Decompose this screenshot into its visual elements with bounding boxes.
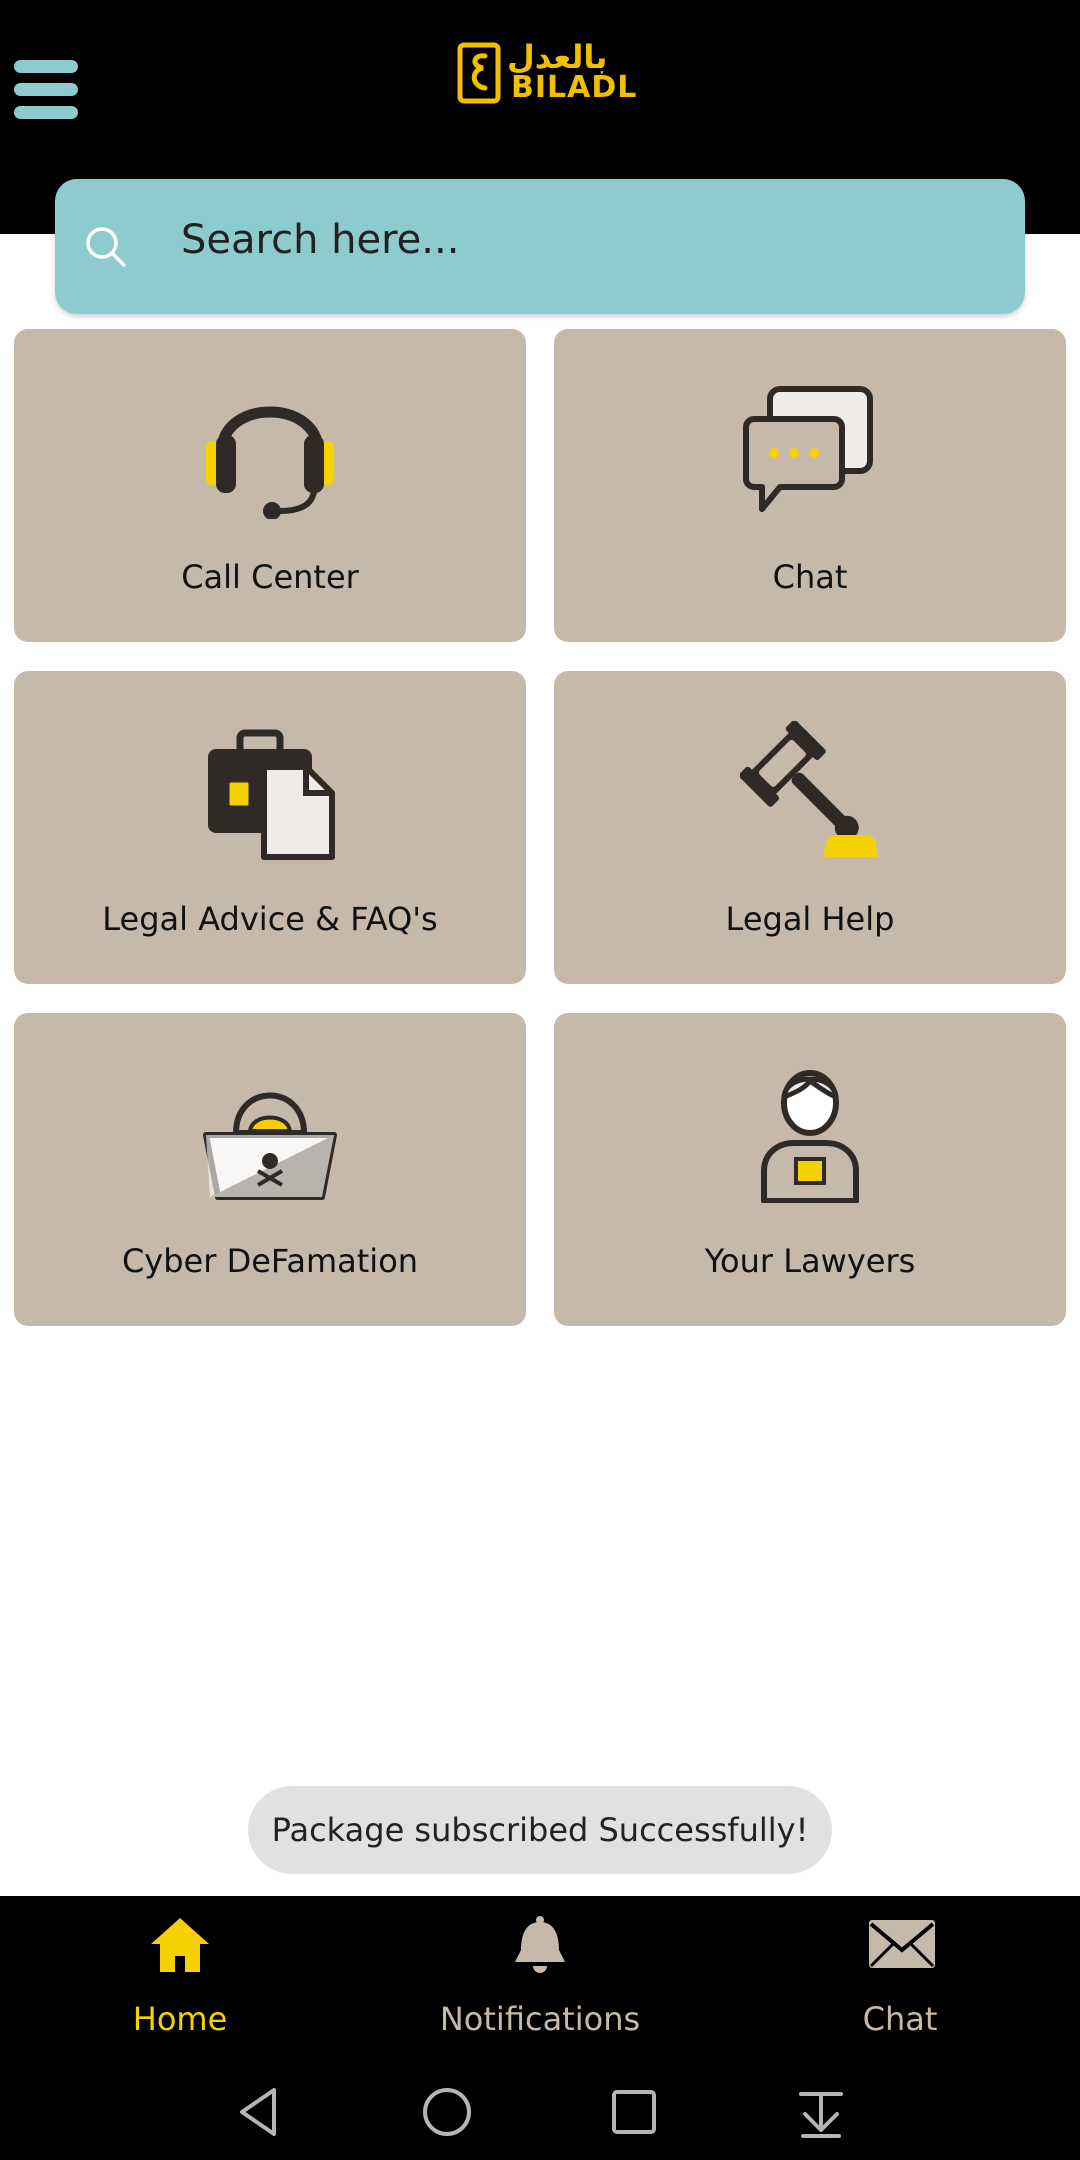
search-icon: [86, 227, 126, 267]
menu-line: [14, 60, 78, 73]
hamburger-menu-button[interactable]: [14, 60, 80, 120]
bell-icon: [515, 1916, 565, 1973]
tile-label: Call Center: [181, 558, 359, 596]
notification-shade-icon[interactable]: [791, 2082, 851, 2142]
nav-label: Chat: [862, 2000, 938, 2038]
tile-label: Cyber DeFamation: [121, 1242, 419, 1280]
tile-label: Legal Help: [725, 900, 895, 938]
menu-line: [14, 106, 78, 119]
toast-message: Package subscribed Successfully!: [248, 1786, 832, 1874]
gavel-icon: [740, 721, 878, 857]
nav-home[interactable]: Home: [50, 1914, 310, 2038]
tile-legal-advice-faqs[interactable]: Legal Advice & FAQ's: [14, 671, 526, 984]
search-input[interactable]: Search here...: [181, 217, 459, 263]
logo-emblem-icon: [457, 42, 501, 104]
tile-cyber-defamation[interactable]: Cyber DeFamation: [14, 1013, 526, 1326]
envelope-icon: [869, 1920, 935, 1968]
nav-label: Home: [132, 2000, 228, 2038]
hacker-laptop-icon: [203, 1092, 337, 1200]
search-bar[interactable]: Search here...: [55, 179, 1025, 314]
tile-call-center[interactable]: Call Center: [14, 329, 526, 642]
tile-label: Chat: [772, 558, 848, 596]
home-icon: [151, 1918, 209, 1972]
tile-legal-help[interactable]: Legal Help: [554, 671, 1066, 984]
tile-label: Your Lawyers: [704, 1242, 916, 1280]
back-icon[interactable]: [230, 2082, 290, 2142]
app-logo: بالعدل BILADL: [455, 38, 636, 122]
nav-label: Notifications: [439, 2000, 641, 2038]
tile-label: Legal Advice & FAQ's: [102, 900, 438, 938]
headset-icon: [206, 406, 334, 519]
recents-icon[interactable]: [604, 2082, 664, 2142]
bottom-nav: Home Notifications Chat: [0, 1896, 1080, 2160]
logo-text: BILADL: [511, 70, 638, 105]
briefcase-document-icon: [208, 729, 335, 860]
nav-notifications[interactable]: Notifications: [410, 1914, 670, 2038]
tile-chat[interactable]: Chat: [554, 329, 1066, 642]
menu-line: [14, 83, 78, 96]
chat-bubbles-icon: [743, 386, 873, 512]
home-circle-icon[interactable]: [417, 2082, 477, 2142]
tile-your-lawyers[interactable]: Your Lawyers: [554, 1013, 1066, 1326]
nav-chat[interactable]: Chat: [770, 1914, 1030, 2038]
lawyer-icon: [761, 1070, 859, 1203]
